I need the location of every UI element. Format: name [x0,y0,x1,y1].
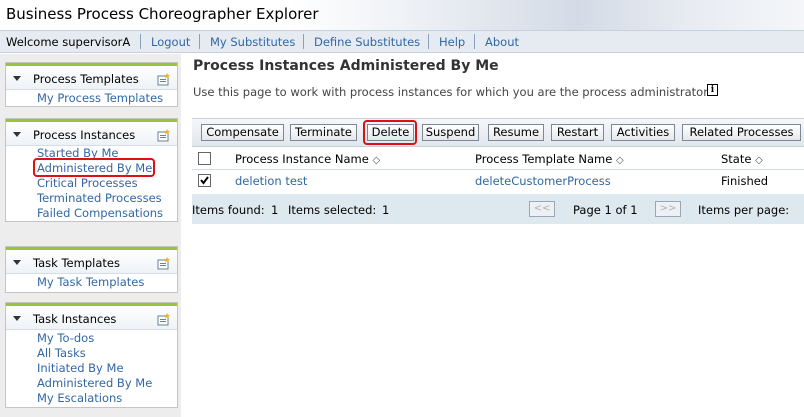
sort-icon[interactable]: ◇ [755,155,763,166]
col-header-instance[interactable]: Process Instance Name ◇ [235,152,380,166]
row-checkbox[interactable] [198,174,211,187]
task-templates-panel: Task Templates My Task Templates [5,246,178,293]
sidebar-item-my-task-templates[interactable]: My Task Templates [37,275,144,289]
process-templates-panel: Process Templates My Process Templates [5,62,178,107]
page-description: Use this page to work with process insta… [193,85,708,99]
nav-separator [474,34,475,49]
nav-separator [303,34,304,49]
nav-separator [428,34,429,49]
instance-name-link[interactable]: deletion test [235,174,307,188]
sort-icon[interactable]: ◇ [372,155,380,166]
sidebar-item-task-administered-by-me[interactable]: Administered By Me [37,376,152,390]
sidebar-divider [181,54,188,417]
next-page-button[interactable]: >> [655,201,681,217]
top-nav: Welcome supervisorA Logout My Substitute… [0,30,804,53]
select-all-checkbox[interactable] [198,152,211,165]
collapse-arrow-icon[interactable] [13,76,21,81]
items-found-label: Items found: [192,203,265,217]
customize-panel-icon[interactable] [157,73,171,86]
panel-header[interactable]: Task Templates [6,250,177,274]
sort-icon[interactable]: ◇ [616,155,624,166]
checkmark-icon [200,176,209,185]
panel-header[interactable]: Task Instances [6,306,177,330]
panel-header[interactable]: Process Instances [6,122,177,146]
items-selected-label: Items selected: [288,203,377,217]
sidebar-item-my-todos[interactable]: My To-dos [37,331,94,345]
sidebar-item-initiated-by-me[interactable]: Initiated By Me [37,361,124,375]
sidebar-item-failed-compensations[interactable]: Failed Compensations [37,206,163,220]
collapse-arrow-icon[interactable] [13,260,21,265]
task-instances-panel: Task Instances My To-dos All Tasks Initi… [5,302,178,408]
process-instances-heading: Process Instances [33,128,136,142]
title-bar: Business Process Choreographer Explorer [0,0,804,30]
sidebar-item-terminated-processes[interactable]: Terminated Processes [37,191,162,205]
items-per-page-label: Items per page: [698,203,790,217]
col-header-state[interactable]: State ◇ [721,152,763,166]
state-value: Finished [721,174,769,188]
app-title: Business Process Choreographer Explorer [6,5,319,23]
welcome-text: Welcome supervisorA [6,35,131,49]
sidebar-item-all-tasks[interactable]: All Tasks [37,346,86,360]
info-icon[interactable]: i [707,84,718,96]
task-templates-heading: Task Templates [33,256,120,270]
highlight-box [33,158,155,177]
my-substitutes-link[interactable]: My Substitutes [210,35,295,49]
col-header-state-label: State [721,152,752,166]
help-link[interactable]: Help [439,35,465,49]
sidebar-item-critical-processes[interactable]: Critical Processes [37,176,138,190]
customize-panel-icon[interactable] [157,129,171,142]
col-header-template-label: Process Template Name [475,152,613,166]
collapse-arrow-icon[interactable] [13,132,21,137]
items-selected-value: 1 [382,203,390,217]
resume-button[interactable]: Resume [488,124,544,141]
nav-separator [140,34,141,49]
table-header: Process Instance Name ◇ Process Template… [192,148,804,170]
highlight-box [363,120,417,145]
related-processes-button[interactable]: Related Processes [682,124,801,141]
action-toolbar: Compensate Terminate Delete Suspend Resu… [192,118,804,147]
col-header-template[interactable]: Process Template Name ◇ [475,152,624,166]
panel-header[interactable]: Process Templates [6,66,177,90]
restart-button[interactable]: Restart [551,124,604,141]
items-found-value: 1 [271,203,279,217]
template-name-link[interactable]: deleteCustomerProcess [475,174,611,188]
suspend-button[interactable]: Suspend [422,124,479,141]
sidebar-item-my-process-templates[interactable]: My Process Templates [37,91,163,105]
activities-button[interactable]: Activities [611,124,675,141]
table-row: deletion test deleteCustomerProcess Fini… [192,170,804,193]
col-header-instance-label: Process Instance Name [235,152,369,166]
table-footer: Items found: 1 Items selected: 1 << Page… [192,194,804,224]
logout-link[interactable]: Logout [151,35,190,49]
nav-separator [199,34,200,49]
page-title: Process Instances Administered By Me [193,58,499,74]
about-link[interactable]: About [485,35,519,49]
customize-panel-icon[interactable] [157,313,171,326]
customize-panel-icon[interactable] [157,257,171,270]
prev-page-button[interactable]: << [529,201,555,217]
collapse-arrow-icon[interactable] [13,316,21,321]
terminate-button[interactable]: Terminate [290,124,357,141]
compensate-button[interactable]: Compensate [201,124,284,141]
sidebar-item-my-escalations[interactable]: My Escalations [37,391,122,405]
page-info: Page 1 of 1 [573,203,638,217]
task-instances-heading: Task Instances [33,312,117,326]
define-substitutes-link[interactable]: Define Substitutes [314,35,420,49]
process-templates-heading: Process Templates [33,72,139,86]
